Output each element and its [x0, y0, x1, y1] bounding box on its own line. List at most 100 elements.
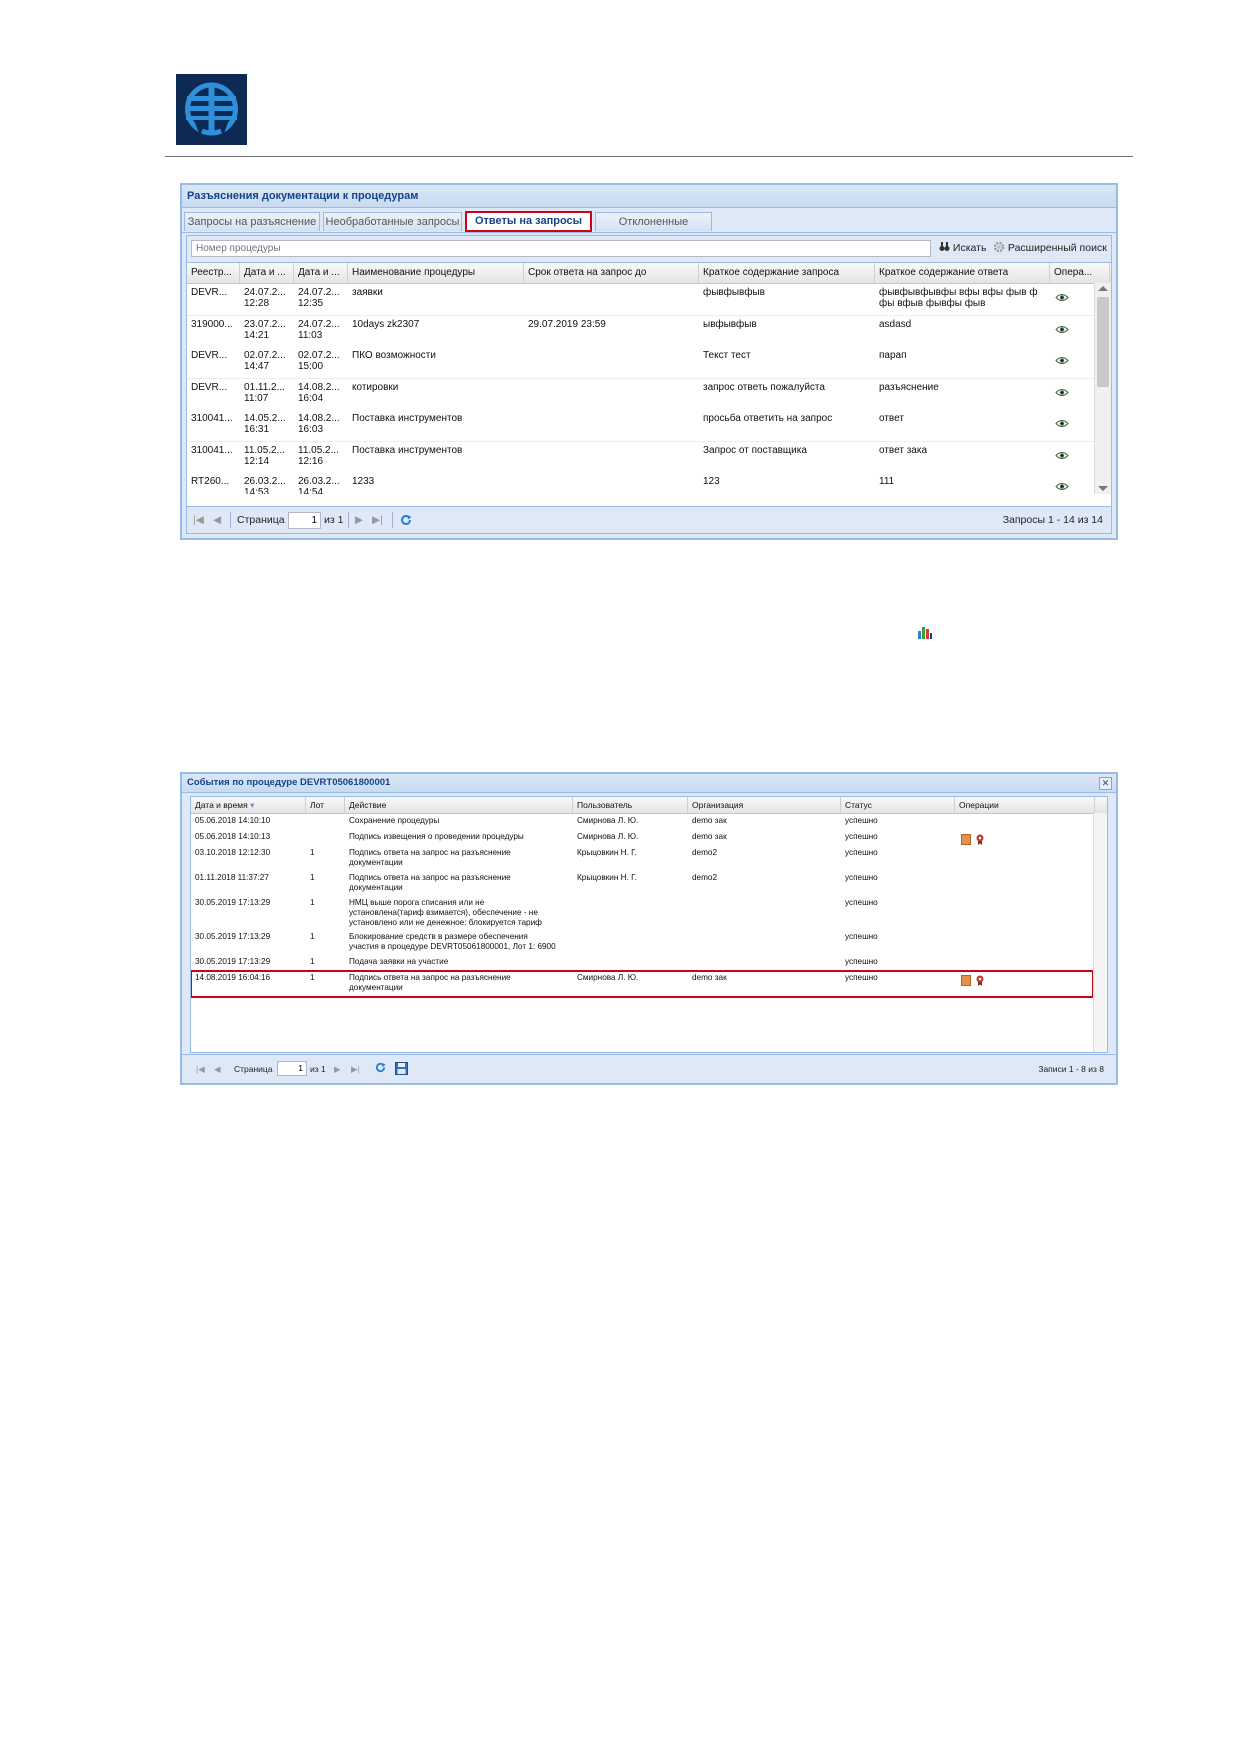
- col-datetime[interactable]: Дата и время ▾: [191, 797, 306, 813]
- last-page-icon[interactable]: ▶|: [351, 1064, 360, 1075]
- event-row[interactable]: 30.05.2019 17:13:29 1 Подача заявки на уча…: [191, 955, 1093, 972]
- grid-scrollbar[interactable]: [1094, 283, 1111, 494]
- signature-seal-icon[interactable]: [975, 832, 985, 845]
- cell-lot: 1: [310, 848, 315, 857]
- prev-page-icon[interactable]: ◀: [213, 514, 221, 527]
- scroll-up-icon[interactable]: [1098, 286, 1108, 291]
- cell-registry-text: 310041...: [191, 444, 233, 456]
- col-lot[interactable]: Лот: [306, 797, 345, 813]
- pager-separator: [348, 512, 349, 528]
- document-icon[interactable]: [961, 973, 971, 986]
- cell-query-summary: ывфывфыв: [699, 319, 875, 330]
- cell-lot: 1: [310, 898, 315, 907]
- col-operations[interactable]: Операции: [955, 797, 1095, 813]
- col-query-summary[interactable]: Краткое содержание запроса: [699, 263, 875, 283]
- col-user[interactable]: Пользователь: [573, 797, 688, 813]
- event-row[interactable]: 30.05.2019 17:13:29 1 НМЦ выше порога спис…: [191, 896, 1093, 931]
- advanced-search-button[interactable]: Расширенный поиск: [993, 241, 1107, 256]
- cell-action-line: Подача заявки на участие: [349, 957, 449, 966]
- col-action[interactable]: Действие: [345, 797, 573, 813]
- procedure-number-input[interactable]: [191, 240, 931, 257]
- eye-icon[interactable]: [1055, 478, 1069, 490]
- col-procedure-name[interactable]: Наименование процедуры: [348, 263, 524, 283]
- first-page-icon[interactable]: |◀: [196, 1064, 205, 1075]
- eye-icon[interactable]: [1055, 321, 1069, 333]
- sort-desc-icon: ▾: [250, 800, 255, 810]
- table-row[interactable]: 319000... 23.07.2... 14:21 24.07.2... 11:03 1…: [187, 315, 1094, 348]
- event-row-highlighted[interactable]: 14.08.2019 16:04:16 1 Подпись ответа на за…: [191, 970, 1094, 998]
- cell-query-summary-text: запрос ответь пожалуйста: [703, 381, 825, 393]
- table-row[interactable]: RT260... 26.03.2... 14:53 26.03.2... 14:54 12…: [187, 473, 1094, 494]
- table-row[interactable]: DEVR... 01.11.2... 11:07 14.08.2... 16:04 кот…: [187, 378, 1094, 411]
- save-icon[interactable]: [395, 1062, 408, 1075]
- cell-action: Подпись извещения о проведении процедуры: [345, 832, 573, 842]
- cell-created-text: 12:28: [244, 298, 270, 309]
- col-deadline[interactable]: Срок ответа на запрос до: [524, 263, 699, 283]
- prev-page-icon[interactable]: ◀: [214, 1064, 221, 1075]
- cell-answered-text: 14.08.2...: [298, 381, 340, 393]
- first-page-icon[interactable]: |◀: [193, 514, 204, 527]
- col-organization[interactable]: Организация: [688, 797, 841, 813]
- document-icon[interactable]: [961, 832, 971, 845]
- page-number-input[interactable]: [288, 512, 321, 529]
- page-number-input[interactable]: [277, 1061, 307, 1076]
- eye-icon[interactable]: [1055, 384, 1069, 396]
- cell-user: Смирнова Л. Ю.: [577, 832, 639, 841]
- scroll-thumb[interactable]: [1097, 297, 1109, 387]
- search-button[interactable]: Искать: [939, 241, 986, 256]
- close-icon[interactable]: ✕: [1099, 777, 1112, 790]
- col-date2[interactable]: Дата и ...: [294, 263, 348, 283]
- cell-answered-text: 12:16: [298, 455, 324, 467]
- col-operations[interactable]: Опера...: [1050, 263, 1110, 283]
- event-row[interactable]: 01.11.2018 11:37:27 1 Подпись ответа на за…: [191, 871, 1093, 897]
- tab-rejected[interactable]: Отклоненные запросы: [595, 212, 712, 247]
- table-row[interactable]: DEVR... 02.07.2... 14:47 02.07.2... 15:00 ПКО…: [187, 347, 1094, 379]
- table-row[interactable]: DEVR... 24.07.2... 12:28 24.07.2... 12:35 зая…: [187, 284, 1094, 316]
- cell-status: успешно: [845, 957, 878, 966]
- event-row[interactable]: 30.05.2019 17:13:29 1 Блокирование средств…: [191, 930, 1093, 956]
- eye-icon[interactable]: [1055, 352, 1069, 364]
- cell-procedure-name-text: 10days zk2307: [352, 318, 420, 330]
- cell-query-summary-text: фывфывфыв: [703, 287, 765, 298]
- eye-icon[interactable]: [1055, 447, 1069, 459]
- cell-answered-text: 14:54: [298, 487, 324, 494]
- cell-procedure-name-text: Поставка инструментов: [352, 444, 463, 456]
- last-page-icon[interactable]: ▶|: [372, 514, 383, 527]
- eye-icon[interactable]: [1055, 415, 1069, 427]
- refresh-icon[interactable]: [374, 1062, 387, 1073]
- eye-icon[interactable]: [1055, 289, 1069, 301]
- cell-answer-summary-text: ответ: [879, 413, 904, 424]
- tab-requests[interactable]: Запросы на разъяснение: [184, 212, 320, 231]
- next-page-icon[interactable]: ▶: [334, 1064, 341, 1075]
- cell-created: 14.05.2... 16:31: [240, 413, 294, 435]
- cell-action-line: Подпись ответа на запрос на разъяснение: [349, 973, 511, 982]
- col-date1[interactable]: Дата и ...: [240, 263, 294, 283]
- cell-created: 01.11.2... 11:07: [240, 382, 294, 404]
- table-row[interactable]: 310041... 14.05.2... 16:31 14.08.2... 16:03 П…: [187, 410, 1094, 442]
- next-page-icon[interactable]: ▶: [355, 514, 363, 527]
- col-status[interactable]: Статус: [841, 797, 955, 813]
- page-label: Страница: [237, 514, 285, 526]
- table-row[interactable]: 310041... 11.05.2... 12:14 11.05.2... 12:16 П…: [187, 441, 1094, 474]
- events-scrollbar[interactable]: [1093, 813, 1107, 1052]
- cell-registry: RT260...: [187, 476, 240, 487]
- col-answer-summary[interactable]: Краткое содержание ответа: [875, 263, 1050, 283]
- refresh-icon[interactable]: [399, 514, 413, 527]
- event-row[interactable]: 05.06.2018 14:10:10 Сохранение процедуры С…: [191, 814, 1093, 831]
- tab-answers[interactable]: Ответы на запросы: [465, 211, 592, 232]
- cell-lot: 1: [310, 957, 315, 966]
- events-grid-header: Дата и время ▾ Лот Действие Пользователь…: [191, 797, 1107, 814]
- pager-separator: [230, 512, 231, 528]
- cell-lot: 1: [310, 973, 315, 982]
- cell-query-summary-text: Текст тест: [703, 350, 751, 361]
- scroll-down-icon[interactable]: [1098, 486, 1108, 491]
- event-row[interactable]: 05.06.2018 14:10:13 Подпись извещения о п…: [191, 830, 1093, 847]
- tab-bar: Запросы на разъяснение Необработанные за…: [182, 208, 1116, 247]
- col-registry[interactable]: Реестр...: [187, 263, 240, 283]
- tab-unprocessed[interactable]: Необработанные запросы: [323, 212, 462, 231]
- cell-created-text: 23.07.2...: [244, 318, 286, 330]
- signature-seal-icon[interactable]: [975, 973, 985, 986]
- cell-created-text: 01.11.2...: [244, 381, 285, 393]
- cell-status: успешно: [845, 848, 878, 857]
- event-row[interactable]: 03.10.2018 12:12:30 1 Подпись ответа на за…: [191, 846, 1093, 872]
